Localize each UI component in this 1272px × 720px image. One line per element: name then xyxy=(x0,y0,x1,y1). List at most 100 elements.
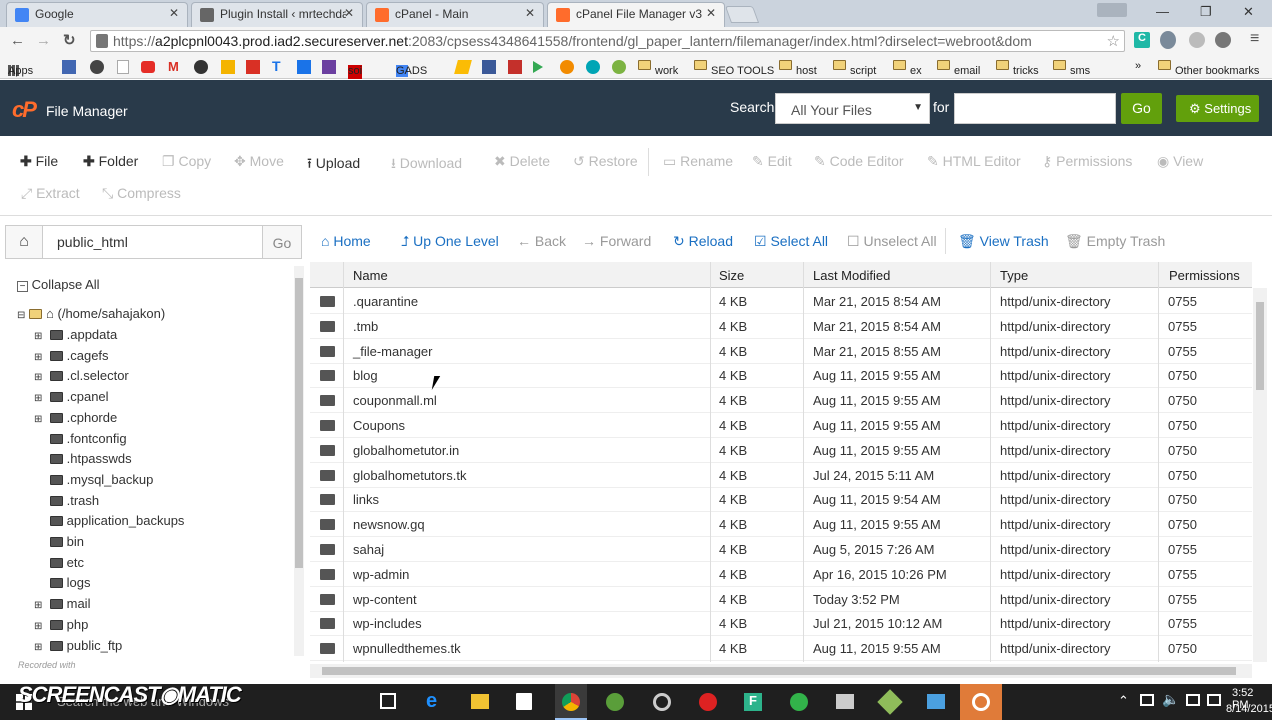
delete-button[interactable]: ✖ Delete xyxy=(494,153,550,170)
table-row[interactable]: .quarantine 4 KB Mar 21, 2015 8:54 AM httpd… xyxy=(310,289,1252,314)
network-icon[interactable] xyxy=(1140,694,1154,706)
volume-icon[interactable]: 🔈 xyxy=(1162,691,1179,708)
browser-tab-cpanel-main[interactable]: cPanel - Main ✕ xyxy=(366,2,544,27)
move-button[interactable]: ✥ Move xyxy=(234,153,284,170)
reload-icon[interactable]: ↻ xyxy=(63,31,76,49)
collapse-toggle-icon[interactable]: ⊟ xyxy=(17,310,25,321)
bookmark-folder-seo-tools[interactable]: SEO TOOLS xyxy=(694,60,774,77)
back-button[interactable]: ← Back xyxy=(517,233,566,249)
column-header-last-modified[interactable]: Last Modified xyxy=(813,268,890,283)
bookmark-play-icon[interactable] xyxy=(533,61,543,73)
table-row[interactable]: sahaj 4 KB Aug 5, 2015 7:26 AM httpd/unix-d… xyxy=(310,537,1252,562)
forward-button[interactable]: → Forward xyxy=(582,233,651,249)
app-window-icon[interactable] xyxy=(836,694,854,709)
tree-item[interactable]: ⊞ .cphorde xyxy=(34,410,117,425)
chrome-taskbar-item[interactable] xyxy=(555,684,587,720)
close-icon[interactable]: ✕ xyxy=(706,6,716,20)
bookmark-t-icon[interactable]: T xyxy=(272,58,281,74)
table-hscrollbar-thumb[interactable] xyxy=(322,667,1236,675)
tray-chevron-icon[interactable]: ⌃ xyxy=(1118,693,1129,709)
expand-toggle-icon[interactable]: ⊞ xyxy=(34,372,46,383)
bookmark-favicon-icon[interactable] xyxy=(322,60,336,74)
bookmark-folder-sms[interactable]: sms xyxy=(1053,60,1090,77)
table-row[interactable]: couponmall.ml 4 KB Aug 11, 2015 9:55 AM htt… xyxy=(310,388,1252,414)
tree-item[interactable]: .fontconfig xyxy=(34,431,127,446)
table-row[interactable]: wpnulledthemes.tk 4 KB Aug 11, 2015 9:55 A… xyxy=(310,636,1252,662)
expand-toggle-icon[interactable]: ⊞ xyxy=(34,331,46,342)
table-row[interactable]: wp-includes 4 KB Jul 21, 2015 10:12 AM http… xyxy=(310,611,1252,637)
forward-arrow-icon[interactable]: → xyxy=(36,32,51,49)
tree-item[interactable]: ⊞ .cagefs xyxy=(34,348,109,363)
select-all-button[interactable]: ☑ Select All xyxy=(754,233,828,250)
table-row[interactable]: wp-admin 4 KB Apr 16, 2015 10:26 PM httpd/u… xyxy=(310,562,1252,587)
upload-button[interactable]: ⭱ Upload xyxy=(307,153,360,177)
window-close-icon[interactable]: ✕ xyxy=(1243,4,1254,20)
browser-tab-file-manager[interactable]: cPanel File Manager v3 ✕ xyxy=(547,2,725,27)
tree-item[interactable]: application_backups xyxy=(34,513,184,528)
tree-item[interactable]: ⊞ .appdata xyxy=(34,327,117,342)
app-globe-icon[interactable] xyxy=(606,693,624,711)
app-monitor-icon[interactable] xyxy=(927,694,945,709)
bookmark-folder-ex[interactable]: ex xyxy=(893,60,922,77)
table-row[interactable]: globalhometutors.tk 4 KB Jul 24, 2015 5:11… xyxy=(310,463,1252,488)
table-row[interactable]: Coupons 4 KB Aug 11, 2015 9:55 AM httpd/uni… xyxy=(310,413,1252,438)
tree-item[interactable]: .mysql_backup xyxy=(34,472,153,487)
clock-date[interactable]: 8/14/2015 xyxy=(1226,703,1272,715)
view-trash-button[interactable]: 🗑 View Trash xyxy=(958,233,1049,250)
new-tab-button[interactable] xyxy=(724,6,760,23)
code-editor-button[interactable]: ✎ Code Editor xyxy=(814,153,904,170)
app-f-icon[interactable]: F xyxy=(744,693,762,711)
table-row[interactable]: links 4 KB Aug 11, 2015 9:54 AM httpd/unix-… xyxy=(310,487,1252,513)
bookmark-star-icon[interactable]: ☆ xyxy=(1106,32,1120,50)
bookmark-folder-email[interactable]: email xyxy=(937,60,980,77)
bookmark-folder-tricks[interactable]: tricks xyxy=(996,60,1039,77)
table-row[interactable]: wp-content 4 KB Today 3:52 PM httpd/unix-di… xyxy=(310,587,1252,612)
table-vertical-scrollbar[interactable] xyxy=(1253,288,1267,662)
bookmark-folder-work[interactable]: work xyxy=(638,60,678,77)
search-go-button[interactable]: Go xyxy=(1121,93,1162,124)
extension-c-icon[interactable]: C xyxy=(1134,32,1150,48)
bookmark-favicon-icon[interactable] xyxy=(454,60,472,74)
tree-item[interactable]: bin xyxy=(34,534,84,549)
tree-item[interactable]: logs xyxy=(34,575,90,590)
collapse-all-button[interactable]: − Collapse All xyxy=(17,277,100,292)
table-row[interactable]: blog 4 KB Aug 11, 2015 9:55 AM httpd/unix-d… xyxy=(310,363,1252,389)
table-row[interactable]: .tmb 4 KB Mar 21, 2015 8:54 AM httpd/unix-d… xyxy=(310,314,1252,339)
expand-toggle-icon[interactable]: ⊞ xyxy=(34,600,46,611)
bookmark-favicon-icon[interactable] xyxy=(612,60,626,74)
bookmark-favicon-icon[interactable] xyxy=(62,60,76,74)
bookmark-favicon-icon[interactable] xyxy=(560,60,574,74)
extension-avatar-icon[interactable] xyxy=(1160,31,1176,49)
restore-button[interactable]: ↺ Restore xyxy=(573,153,638,170)
notifications-icon[interactable] xyxy=(1207,694,1221,706)
bookmark-favicon-icon[interactable] xyxy=(90,60,104,74)
app-leaf-icon[interactable] xyxy=(877,689,903,715)
tree-item[interactable]: ⊞ .cpanel xyxy=(34,389,109,404)
new-folder-button[interactable]: ✚ Folder xyxy=(83,153,138,170)
app-green-icon[interactable] xyxy=(790,693,808,711)
expand-toggle-icon[interactable]: ⊞ xyxy=(34,621,46,632)
minimize-icon[interactable]: — xyxy=(1156,4,1169,19)
table-row[interactable]: newsnow.gq 4 KB Aug 11, 2015 9:55 AM httpd/… xyxy=(310,512,1252,538)
tree-item[interactable]: ⊞ mail xyxy=(34,596,90,611)
path-go-button[interactable]: Go xyxy=(262,225,302,259)
column-header-size[interactable]: Size xyxy=(719,268,744,283)
compress-button[interactable]: ⤡ Compress xyxy=(102,185,181,202)
expand-toggle-icon[interactable]: ⊞ xyxy=(34,642,46,653)
close-icon[interactable]: ✕ xyxy=(169,6,179,20)
nav-home-button[interactable]: ⌂ Home xyxy=(321,233,371,249)
extension-circle-icon[interactable] xyxy=(1189,32,1205,48)
table-row[interactable]: globalhometutor.in 4 KB Aug 11, 2015 9:55 … xyxy=(310,438,1252,463)
tree-item[interactable]: ⊞ php xyxy=(34,617,88,632)
expand-toggle-icon[interactable]: ⊞ xyxy=(34,393,46,404)
copy-button[interactable]: ❐ Copy xyxy=(162,153,211,170)
maximize-icon[interactable]: ❐ xyxy=(1200,4,1212,20)
download-button[interactable]: ⭳ Download xyxy=(391,153,462,177)
table-horizontal-scrollbar[interactable] xyxy=(310,664,1252,678)
tree-scrollbar[interactable] xyxy=(294,266,304,656)
extract-button[interactable]: ⤢ Extract xyxy=(21,185,80,202)
bookmarks-overflow[interactable]: » xyxy=(1135,60,1141,72)
close-icon[interactable]: ✕ xyxy=(525,6,535,20)
table-row[interactable]: _file-manager 4 KB Mar 21, 2015 8:55 AM htt… xyxy=(310,339,1252,364)
bookmark-folder-other[interactable]: Other bookmarks xyxy=(1158,60,1259,77)
